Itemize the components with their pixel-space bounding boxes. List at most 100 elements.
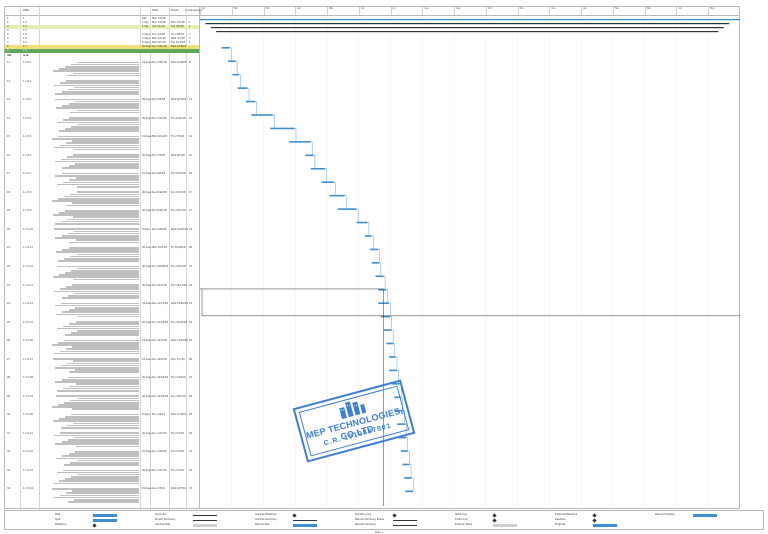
row-description-lines [51, 376, 139, 392]
row-start: Sun 8/19/18 [152, 190, 167, 194]
row-id: 11 [7, 61, 11, 64]
row-description-lines [51, 321, 139, 337]
row-wbs: 1.5 [23, 37, 27, 40]
row-wbs: 1.8 [23, 49, 27, 52]
row-wbs: 1.1.5.10 [23, 227, 33, 231]
task-row: 29 1.1.5.19 26 days Sun 12/23/18 Sun 1/27/19… [5, 395, 199, 413]
row-description-lines [51, 228, 139, 244]
row-id: 26 [7, 339, 11, 343]
row-predecessor: 31 [189, 450, 193, 454]
row-finish: Sun 1/27/19 [171, 394, 186, 398]
legend-swatch [392, 512, 397, 518]
task-bar [364, 235, 372, 237]
legend-label: Inactive Milestone [255, 513, 277, 516]
dependency-link [325, 168, 327, 182]
gantt-document: WBS Start Finish Predecessors 1 1 445 Mon 3… [0, 0, 768, 534]
row-start: Sun 3/11/18 [152, 45, 167, 48]
task-row: 24 1.1.5.14 34 days Sun 11/11/18 Wed 12/26/1… [5, 302, 199, 320]
row-wbs: 1.1.5.4 [23, 116, 32, 120]
row-wbs: 1.1.5.8 [23, 190, 32, 194]
row-predecessor: 23 [189, 302, 193, 306]
row-start: Sun 10/28/18 [152, 264, 169, 268]
row-start: Sun 12/2/18 [152, 339, 167, 343]
row-predecessor: 30 [189, 431, 193, 435]
row-predecessor: 25 [189, 339, 193, 343]
row-description-lines [51, 98, 139, 114]
task-row: 25 1.1.5.15 25 days Sun 11/18/18 Thu 12/20/1… [5, 321, 199, 339]
row-start: Thu 7/5/18 [152, 153, 165, 157]
row-predecessor: 8 [189, 61, 191, 64]
row-wbs: 1.4 [23, 33, 27, 36]
task-table: WBS Start Finish Predecessors 1 1 445 Mon 3… [4, 6, 202, 510]
dependency-link [229, 47, 232, 61]
row-duration: 19 days [142, 135, 152, 139]
legend-label: External Milestone [555, 513, 578, 516]
row-finish: Wed 4/18/18 [171, 61, 187, 64]
gantt-chart: Jan Feb Mar Apr May Jun Jul Aug Sep Oct Nov Dec Jan F… [200, 6, 740, 510]
task-bar [310, 167, 326, 170]
row-duration: 15 days [142, 450, 152, 454]
row-start: Mon 3/5/18 [152, 37, 166, 40]
row-finish: Tue 3/13/18 [171, 41, 186, 44]
row-id: 2 [7, 21, 9, 24]
task-bar [305, 154, 314, 157]
row-finish: Mon 1/7/19 [171, 357, 185, 361]
row-start: Sun 3/4/18 [152, 33, 166, 36]
row-start: Sun 9/30/18 [152, 227, 167, 231]
row-predecessor: 14 [189, 135, 193, 139]
row-wbs: 1.1.5.18 [23, 376, 33, 380]
task-bar [386, 342, 394, 345]
row-predecessor: 5 [189, 41, 191, 44]
row-id: 25 [7, 320, 11, 324]
dependency-link [333, 182, 336, 195]
row-id: 14 [7, 116, 11, 120]
row-id: 22 [7, 264, 11, 268]
row-id: 8 [7, 45, 9, 48]
row-duration: 30 days [142, 376, 152, 380]
col-start: Start [152, 9, 159, 12]
task-bar [321, 181, 334, 184]
row-predecessor: 2 [189, 25, 191, 28]
task-row: 31 1.1.5.21 20 days Sun 1/13/19 Thu 2/7/19 30 [5, 432, 199, 450]
legend-label: Task [55, 513, 61, 516]
task-row: 22 1.1.5.12 30 days Sun 10/28/18 Thu 12/6/18… [5, 265, 199, 283]
legend-item: Inactive Task [155, 523, 249, 527]
row-finish: Wed 12/26/18 [171, 339, 188, 343]
dependency-link [407, 450, 410, 464]
task-row: 21 1.1.5.11 20 days Mon 10/1/18 Fri 10/26/18… [5, 246, 199, 264]
legend-label: Summary [155, 513, 167, 516]
row-description-lines [51, 302, 139, 318]
table-header: WBS Start Finish Predecessors [5, 7, 202, 16]
row-finish: Thu 3/8/18 [171, 33, 184, 36]
task-row: 20 1.1.5.10 8 days Sun 9/30/18 Wed 10/10/18 1… [5, 228, 199, 246]
summary-bar [205, 23, 730, 25]
row-id: 33 [7, 468, 11, 472]
dependency-link [367, 222, 370, 236]
row-start: Sun 1/27/19 [152, 468, 167, 472]
legend-item: Split [55, 518, 149, 522]
task-bar [337, 208, 357, 210]
legend-label: Milestone [55, 523, 67, 526]
legend: Task Split Milestone Summary Project Summary… [4, 510, 764, 530]
row-finish: Wed 8/1/18 [171, 153, 185, 157]
task-bar [232, 73, 239, 76]
row-id: 29 [7, 394, 11, 398]
legend-label: Start-only [455, 513, 467, 516]
legend-item: Manual Summary [355, 523, 449, 527]
summary-row: 10 1.9 [5, 53, 199, 57]
row-wbs: 1.1.5.1 [23, 61, 32, 64]
task-bar [270, 127, 295, 130]
row-id: 24 [7, 302, 11, 306]
dependency-link [371, 235, 374, 249]
row-id: 30 [7, 413, 11, 417]
row-id: 5 [7, 33, 9, 36]
task-row: 34 1.1.5.24 19 days Sun 2/3/19 Wed 2/27/19 33 [5, 487, 199, 505]
row-finish: Thu 9/27/18 [171, 209, 186, 213]
row-finish: Wed 2/27/19 [171, 487, 187, 491]
task-bar [371, 262, 380, 264]
legend-swatch [293, 523, 317, 527]
row-predecessor: 24 [189, 320, 193, 324]
task-bar [389, 369, 398, 372]
row-description-lines [51, 172, 139, 188]
row-duration: 30 days [142, 45, 152, 48]
